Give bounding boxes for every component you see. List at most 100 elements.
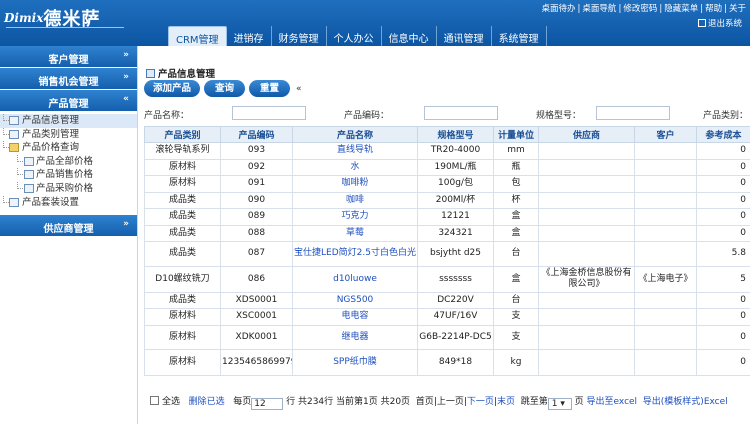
model-input[interactable] <box>596 106 670 120</box>
per-page-label: 每页 <box>233 397 252 407</box>
cell-customer: 《上海电子》 <box>634 265 697 293</box>
cell-category: 原材料 <box>144 175 221 193</box>
table-row[interactable]: 滚轮导轨系列 093 直线导轨 TR20-4000 mm 0 <box>144 142 750 160</box>
table-row[interactable]: 原材料 XSC0001 电电容 47UF/16V 支 0 <box>144 308 750 326</box>
product-code-input[interactable] <box>424 106 498 120</box>
table-row[interactable]: 成品类 087 宝仕捷LED简灯2.5寸白色白光 bsjytht d25 台 5.8 <box>144 241 750 267</box>
table-row[interactable]: 原材料 091 咖啡粉 100g/包包 0 <box>144 175 750 193</box>
cell-name[interactable]: NGS500 <box>292 291 418 309</box>
tree-item-price-query[interactable]: 产品价格查询 <box>0 141 137 155</box>
sidebar-section-products[interactable]: 产品管理 « <box>0 90 137 111</box>
toplink-help[interactable]: 帮助 <box>705 4 722 14</box>
nav-tab-personal-office[interactable]: 个人办公 <box>327 26 382 46</box>
nav-tab-inventory[interactable]: 进销存 <box>227 26 272 46</box>
cell-name[interactable]: SPP纸巾膜 <box>292 349 418 376</box>
table-row[interactable]: 原材料 1235465869979 SPP纸巾膜 849*18 kg 0 <box>144 349 750 376</box>
top-links: 桌面待办 | 桌面导航 | 修改密码 | 隐藏菜单 | 帮助 | 关于 <box>541 4 746 14</box>
model-label: 规格型号： <box>536 111 582 121</box>
tree-item-purchase-prices[interactable]: 产品采购价格 <box>0 181 137 196</box>
sidebar-section-customers[interactable]: 客户管理 » <box>0 46 137 67</box>
table-row[interactable]: 原材料 XDK0001 继电器 G6B-2214P-DC5 支 0 <box>144 324 750 350</box>
table-row[interactable]: 成品类 089 巧克力 12121 盒 0 <box>144 208 750 226</box>
jump-page-select[interactable]: 1 ▾ <box>547 398 572 410</box>
first-page-link[interactable]: 首页 <box>416 397 434 407</box>
toplink-desk-todo[interactable]: 桌面待办 <box>542 4 576 14</box>
table-row[interactable]: D10螺纹铣刀 086 d10luowe sssssss 盒《上海金桥信息股份有限公司》… <box>144 265 750 293</box>
next-page-link[interactable]: 下一页 <box>467 397 494 407</box>
cell-supplier <box>538 224 635 242</box>
cell-supplier <box>538 308 635 326</box>
cell-model: DC220V <box>417 291 494 309</box>
cell-name[interactable]: d10luowe <box>292 265 418 293</box>
cell-code: 086 <box>220 265 293 293</box>
query-button[interactable]: 查询 <box>204 80 246 97</box>
cell-name[interactable]: 直线导轨 <box>292 142 418 160</box>
col-header-unit[interactable]: 计量单位 <box>493 126 539 143</box>
prev-page-link[interactable]: 上一页 <box>437 397 464 407</box>
cell-code: XDK0001 <box>220 324 293 350</box>
cell-name[interactable]: 咖啡 <box>292 191 418 209</box>
panel-icon <box>146 69 155 78</box>
col-header-code[interactable]: 产品编码 <box>220 126 293 143</box>
table-header-row: 产品类别 产品编码 产品名称 规格型号 计量单位 供应商 客户 参考成本 <box>144 126 750 143</box>
cell-name[interactable]: 巧克力 <box>292 208 418 226</box>
collapse-icon[interactable]: « <box>296 84 302 94</box>
nav-tab-system[interactable]: 系统管理 <box>492 26 547 46</box>
tree-item-sales-prices[interactable]: 产品销售价格 <box>0 168 137 182</box>
select-all-checkbox[interactable] <box>150 396 159 405</box>
table-row[interactable]: 成品类 088 草莓 324321 盒 0 <box>144 224 750 242</box>
per-page-input[interactable]: 12 <box>251 398 284 410</box>
page-icon <box>9 197 19 207</box>
sidebar-section-suppliers[interactable]: 供应商管理 » <box>0 215 137 237</box>
col-header-category[interactable]: 产品类别 <box>144 126 221 143</box>
reset-button[interactable]: 重置 <box>249 80 291 97</box>
cell-category: D10螺纹铣刀 <box>144 265 221 293</box>
cell-name[interactable]: 草莓 <box>292 224 418 242</box>
add-product-button[interactable]: 添加产品 <box>144 80 201 97</box>
logo-underline <box>6 27 124 31</box>
sidebar-section-label: 供应商管理 <box>43 224 94 236</box>
cell-name[interactable]: 继电器 <box>292 324 418 350</box>
cell-name[interactable]: 咖啡粉 <box>292 175 418 193</box>
cell-name[interactable]: 电电容 <box>292 308 418 326</box>
col-header-name[interactable]: 产品名称 <box>292 126 418 143</box>
toplink-desk-nav[interactable]: 桌面导航 <box>582 4 616 14</box>
page-icon <box>9 129 19 139</box>
chevron-up-icon: « <box>123 94 129 104</box>
cell-name[interactable]: 水 <box>292 158 418 176</box>
table-row[interactable]: 原材料 092 水 190ML/瓶瓶 0 <box>144 158 750 176</box>
col-header-model[interactable]: 规格型号 <box>417 126 494 143</box>
cell-cost: 0 <box>696 291 750 309</box>
table-row[interactable]: 成品类 090 咖啡 200Ml/杯杯 0 <box>144 191 750 209</box>
toplink-about[interactable]: 关于 <box>729 4 746 14</box>
nav-tab-info-center[interactable]: 信息中心 <box>382 26 437 46</box>
col-header-customer[interactable]: 客户 <box>634 126 697 143</box>
export-excel-link[interactable]: 导出至excel <box>587 397 638 407</box>
cell-supplier <box>538 158 635 176</box>
cell-cost: 0 <box>696 208 750 226</box>
tree-item-all-prices[interactable]: 产品全部价格 <box>0 154 137 169</box>
last-page-link[interactable]: 末页 <box>497 397 515 407</box>
delete-selected-link[interactable]: 删除已选 <box>189 397 225 407</box>
col-header-cost[interactable]: 参考成本 <box>696 126 750 143</box>
export-template-excel-link[interactable]: 导出(模板样式)Excel <box>643 397 728 407</box>
product-name-input[interactable] <box>232 106 306 120</box>
tree-item-bundle-settings[interactable]: 产品套装设置 <box>0 195 137 210</box>
nav-tab-communication[interactable]: 通讯管理 <box>437 26 492 46</box>
toplink-change-password[interactable]: 修改密码 <box>623 4 657 14</box>
tree-item-label: 产品价格查询 <box>22 142 80 154</box>
nav-tab-finance[interactable]: 财务管理 <box>272 26 327 46</box>
table-row[interactable]: 成品类 XDS0001 NGS500 DC220V 台 0 <box>144 291 750 309</box>
cell-name[interactable]: 宝仕捷LED简灯2.5寸白色白光 <box>292 241 418 267</box>
col-header-supplier[interactable]: 供应商 <box>538 126 635 143</box>
sidebar: 客户管理 » 销售机会管理 » 产品管理 « 产品信息管理 产品类别管理 产品价… <box>0 46 138 424</box>
cell-unit: 包 <box>493 175 539 193</box>
toplink-hide-menu[interactable]: 隐藏菜单 <box>664 4 698 14</box>
cell-unit: 台 <box>493 241 539 267</box>
tree-item-product-info[interactable]: 产品信息管理 <box>0 114 137 128</box>
tree-item-product-category[interactable]: 产品类别管理 <box>0 127 137 142</box>
nav-tab-crm[interactable]: CRM管理 <box>168 26 227 46</box>
sidebar-section-sales-opportunity[interactable]: 销售机会管理 » <box>0 68 137 89</box>
logout-link[interactable]: 退出系统 <box>697 17 742 29</box>
cell-cost: 0 <box>696 142 750 160</box>
